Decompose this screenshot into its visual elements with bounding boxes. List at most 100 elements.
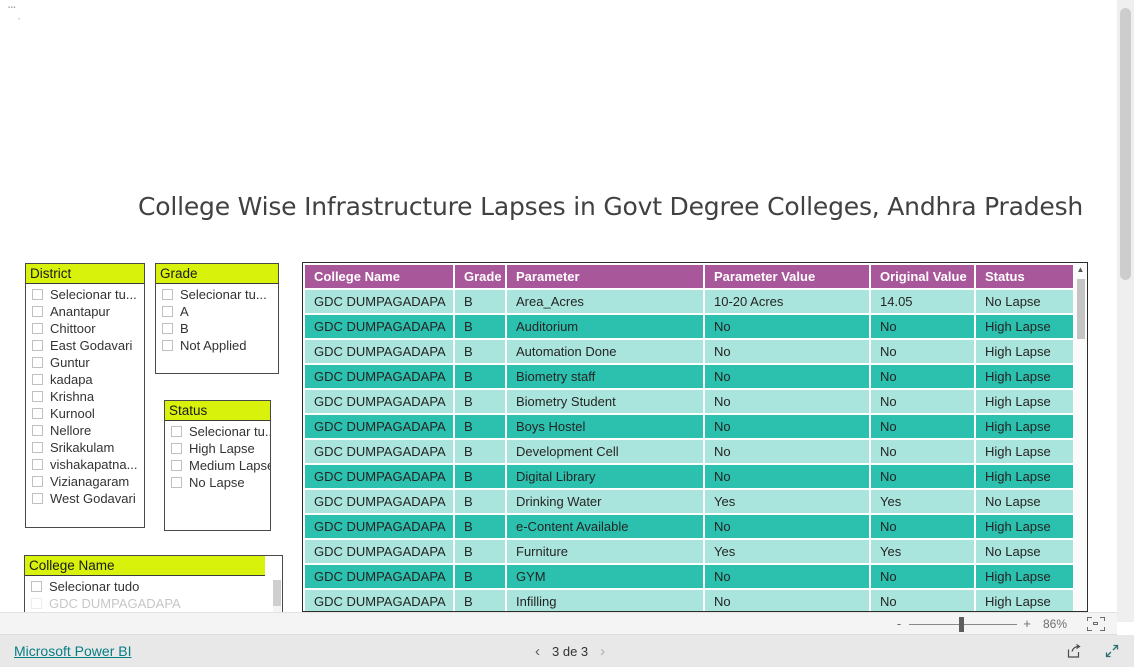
slicer-item[interactable]: B xyxy=(156,320,278,337)
checkbox-icon[interactable] xyxy=(171,460,182,471)
slicer-item[interactable]: A xyxy=(156,303,278,320)
cell-parameter-value: No xyxy=(705,565,869,588)
slicer-item[interactable]: Krishna xyxy=(26,388,144,405)
checkbox-icon[interactable] xyxy=(32,323,43,334)
table-visual[interactable]: College Name Grade Parameter Parameter V… xyxy=(302,262,1088,612)
zoom-slider[interactable] xyxy=(909,613,1017,635)
slicer-item[interactable]: High Lapse xyxy=(165,440,270,457)
cell-grade: B xyxy=(455,290,505,313)
browser-scrollbar-thumb[interactable] xyxy=(1120,8,1131,280)
zoom-out-button[interactable]: - xyxy=(891,613,907,635)
checkbox-icon[interactable] xyxy=(32,289,43,300)
checkbox-icon[interactable] xyxy=(32,357,43,368)
share-icon[interactable] xyxy=(1066,643,1082,659)
checkbox-icon[interactable] xyxy=(32,459,43,470)
cell-parameter: Automation Done xyxy=(507,340,703,363)
zoom-in-button[interactable]: + xyxy=(1019,613,1035,635)
cell-grade: B xyxy=(455,340,505,363)
slicer-item[interactable]: West Godavari xyxy=(26,490,144,507)
checkbox-icon[interactable] xyxy=(162,306,173,317)
slicer-scrollbar-thumb[interactable] xyxy=(273,580,281,606)
checkbox-icon[interactable] xyxy=(32,493,43,504)
slicer-item[interactable]: East Godavari xyxy=(26,337,144,354)
slicer-item[interactable]: Srikakulam xyxy=(26,439,144,456)
fullscreen-icon[interactable] xyxy=(1104,643,1120,659)
column-header-original-value[interactable]: Original Value xyxy=(871,265,974,288)
checkbox-icon[interactable] xyxy=(31,581,42,592)
slicer-item[interactable]: Nellore xyxy=(26,422,144,439)
slicer-grade[interactable]: Grade Selecionar tu... A B Not Applied xyxy=(155,263,279,374)
browser-scrollbar-track[interactable] xyxy=(1117,0,1134,622)
checkbox-icon[interactable] xyxy=(171,443,182,454)
cell-college-name: GDC DUMPAGADAPA xyxy=(305,515,453,538)
cell-parameter-value: No xyxy=(705,390,869,413)
checkbox-icon[interactable] xyxy=(32,408,43,419)
table-scrollbar-thumb[interactable] xyxy=(1077,279,1085,339)
slicer-item[interactable]: Kurnool xyxy=(26,405,144,422)
table-row[interactable]: GDC DUMPAGADAPA B Drinking Water Yes Yes… xyxy=(305,490,1077,513)
slicer-item[interactable]: Selecionar tu... xyxy=(165,423,270,440)
column-header-parameter-value[interactable]: Parameter Value xyxy=(705,265,869,288)
slicer-item-label: Selecionar tudo xyxy=(49,579,140,594)
cell-original-value: No xyxy=(871,340,974,363)
slicer-college-name-title: College Name xyxy=(25,556,265,576)
table-row[interactable]: GDC DUMPAGADAPA B Development Cell No No… xyxy=(305,440,1077,463)
table-row[interactable]: GDC DUMPAGADAPA B Boys Hostel No No High… xyxy=(305,415,1077,438)
slicer-item[interactable]: Vizianagaram xyxy=(26,473,144,490)
table-row[interactable]: GDC DUMPAGADAPA B Furniture Yes Yes No L… xyxy=(305,540,1077,563)
checkbox-icon[interactable] xyxy=(162,289,173,300)
slicer-item[interactable]: GDC DUMPAGADAPA xyxy=(25,595,282,612)
table-row[interactable]: GDC DUMPAGADAPA B Biometry Student No No… xyxy=(305,390,1077,413)
column-header-status[interactable]: Status xyxy=(976,265,1077,288)
slicer-college-name[interactable]: College Name Selecionar tudo GDC DUMPAGA… xyxy=(24,555,283,612)
chevron-right-icon[interactable]: › xyxy=(600,643,605,660)
slicer-item[interactable]: Selecionar tu... xyxy=(26,286,144,303)
table-row[interactable]: GDC DUMPAGADAPA B Area_Acres 10-20 Acres… xyxy=(305,290,1077,313)
checkbox-icon[interactable] xyxy=(32,442,43,453)
checkbox-icon[interactable] xyxy=(162,340,173,351)
slicer-status[interactable]: Status Selecionar tu... High Lapse Mediu… xyxy=(164,400,271,531)
slicer-item[interactable]: No Lapse xyxy=(165,474,270,491)
checkbox-icon[interactable] xyxy=(32,306,43,317)
table-scrollbar[interactable]: ▲ xyxy=(1073,263,1087,611)
slicer-district[interactable]: District Selecionar tu... Anantapur Chit… xyxy=(25,263,145,528)
slicer-item[interactable]: Medium Lapse xyxy=(165,457,270,474)
table-row[interactable]: GDC DUMPAGADAPA B Digital Library No No … xyxy=(305,465,1077,488)
slicer-item[interactable]: Selecionar tudo xyxy=(25,578,282,595)
table-row[interactable]: GDC DUMPAGADAPA B Automation Done No No … xyxy=(305,340,1077,363)
chevron-left-icon[interactable]: ‹ xyxy=(535,643,540,660)
column-header-parameter[interactable]: Parameter xyxy=(507,265,703,288)
checkbox-icon[interactable] xyxy=(32,425,43,436)
checkbox-icon[interactable] xyxy=(32,340,43,351)
checkbox-icon[interactable] xyxy=(32,374,43,385)
powerbi-brand-link[interactable]: Microsoft Power BI xyxy=(14,643,131,659)
cell-status: No Lapse xyxy=(976,490,1077,513)
checkbox-icon[interactable] xyxy=(32,476,43,487)
checkbox-icon[interactable] xyxy=(171,477,182,488)
slicer-item[interactable]: Not Applied xyxy=(156,337,278,354)
column-header-grade[interactable]: Grade xyxy=(455,265,505,288)
slicer-item[interactable]: Chittoor xyxy=(26,320,144,337)
checkbox-icon[interactable] xyxy=(171,426,182,437)
table-row[interactable]: GDC DUMPAGADAPA B Auditorium No No High … xyxy=(305,315,1077,338)
scroll-up-caret-icon[interactable]: ▲ xyxy=(1074,263,1087,276)
table-row[interactable]: GDC DUMPAGADAPA B Infilling No No High L… xyxy=(305,590,1077,611)
cell-status: High Lapse xyxy=(976,340,1077,363)
cell-status: High Lapse xyxy=(976,565,1077,588)
cell-grade: B xyxy=(455,590,505,611)
column-header-college-name[interactable]: College Name xyxy=(305,265,453,288)
checkbox-icon[interactable] xyxy=(31,598,42,609)
slicer-item[interactable]: vishakapatna... xyxy=(26,456,144,473)
slicer-item[interactable]: Anantapur xyxy=(26,303,144,320)
table-row[interactable]: GDC DUMPAGADAPA B e-Content Available No… xyxy=(305,515,1077,538)
slicer-item[interactable]: Selecionar tu... xyxy=(156,286,278,303)
slicer-item[interactable]: kadapa xyxy=(26,371,144,388)
slicer-item[interactable]: Guntur xyxy=(26,354,144,371)
checkbox-icon[interactable] xyxy=(162,323,173,334)
checkbox-icon[interactable] xyxy=(32,391,43,402)
table-row[interactable]: GDC DUMPAGADAPA B Biometry staff No No H… xyxy=(305,365,1077,388)
cell-grade: B xyxy=(455,515,505,538)
zoom-slider-handle[interactable] xyxy=(959,616,964,632)
fit-to-page-icon[interactable] xyxy=(1087,616,1105,631)
table-row[interactable]: GDC DUMPAGADAPA B GYM No No High Lapse xyxy=(305,565,1077,588)
